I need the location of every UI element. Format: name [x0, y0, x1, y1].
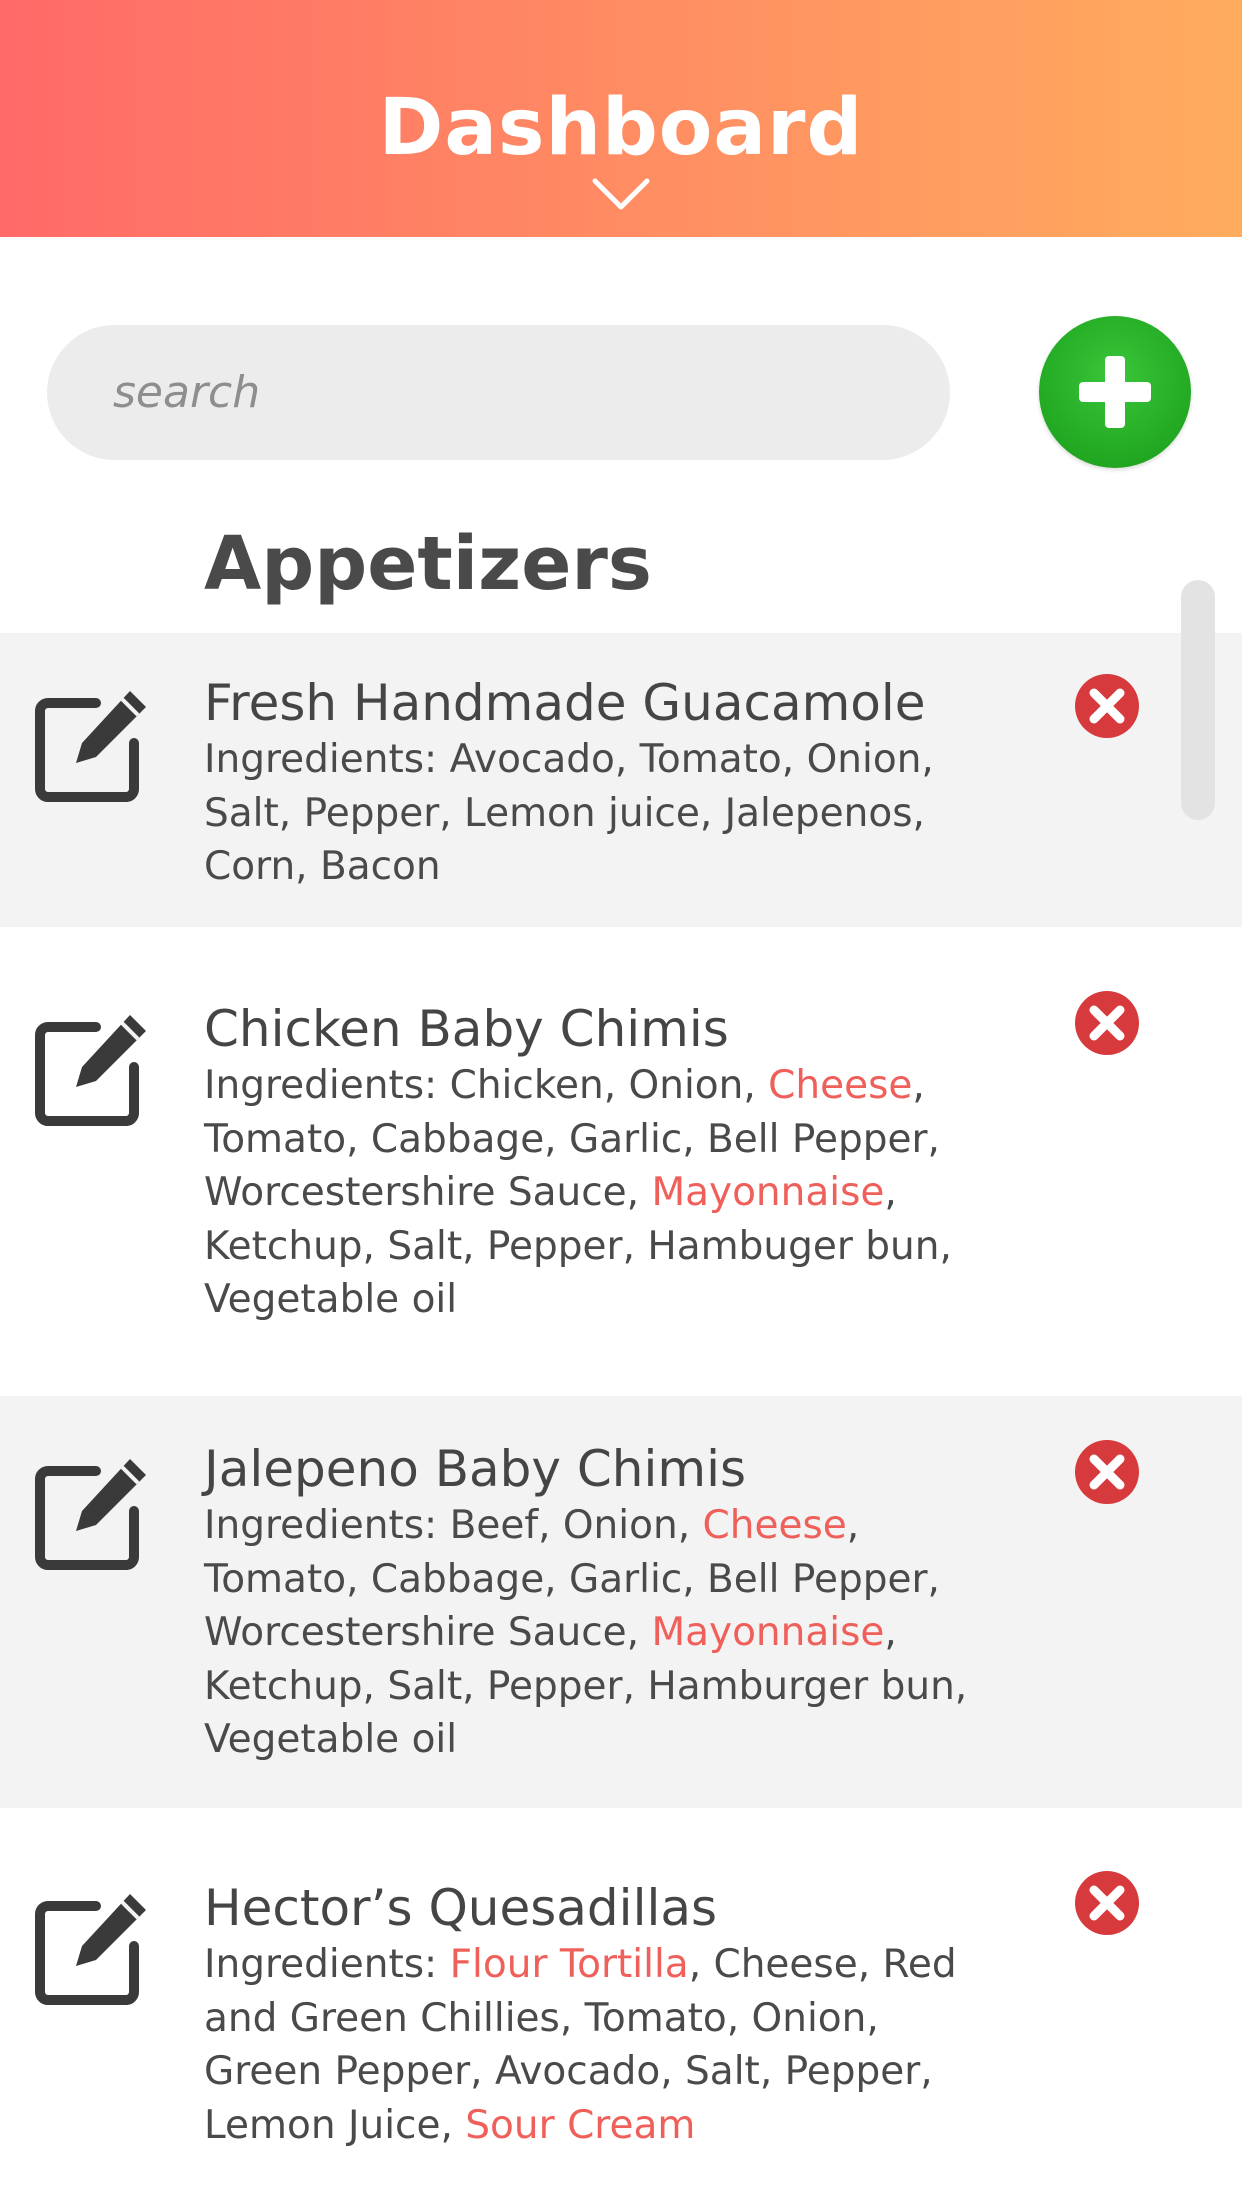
- ingredient-line: Worcestershire Sauce, Mayonnaise,: [204, 1606, 1084, 1660]
- ingredient-text: Salt, Pepper, Lemon juice, Jalepenos,: [204, 790, 925, 836]
- ingredient-line: Lemon Juice, Sour Cream: [204, 2099, 1084, 2153]
- highlighted-ingredient: Mayonnaise: [651, 1610, 885, 1655]
- ingredient-text: Ingredients: Avocado, Tomato, Onion,: [204, 737, 934, 782]
- delete-icon[interactable]: [1074, 1439, 1140, 1505]
- list-item[interactable]: Chicken Baby Chimis Ingredients: Chicken,…: [0, 927, 1242, 1396]
- ingredient-line: Tomato, Cabbage, Garlic, Bell Pepper,: [204, 1553, 1084, 1607]
- item-ingredients: Ingredients: Beef, Onion, Cheese, Tomato,…: [204, 1499, 1084, 1767]
- ingredient-text: Vegetable oil: [204, 1717, 458, 1762]
- highlighted-ingredient: Mayonnaise: [651, 1170, 885, 1215]
- delete-icon[interactable]: [1074, 673, 1140, 739]
- ingredient-line: Ingredients: Chicken, Onion, Cheese,: [204, 1059, 1084, 1113]
- ingredient-line: Ingredients: Beef, Onion, Cheese,: [204, 1499, 1084, 1553]
- ingredient-line: Vegetable oil: [204, 1713, 1084, 1767]
- list-item[interactable]: Fresh Handmade Guacamole Ingredients: Avo…: [0, 633, 1242, 927]
- item-ingredients: Ingredients: Avocado, Tomato, Onion, Salt…: [204, 733, 1084, 894]
- item-title: Jalepeno Baby Chimis: [204, 1440, 747, 1498]
- ingredient-line: Ingredients: Avocado, Tomato, Onion,: [204, 733, 1084, 787]
- ingredient-text: Ingredients: Chicken, Onion,: [204, 1063, 769, 1108]
- ingredient-line: Ketchup, Salt, Pepper, Hambuger bun,: [204, 1220, 1084, 1274]
- item-ingredients: Ingredients: Chicken, Onion, Cheese, Toma…: [204, 1059, 1084, 1327]
- ingredient-line: Ingredients: Flour Tortilla, Cheese, Red: [204, 1938, 1084, 1992]
- ingredient-line: Ketchup, Salt, Pepper, Hamburger bun,: [204, 1660, 1084, 1714]
- page-title[interactable]: Dashboard: [0, 78, 1242, 178]
- list-item[interactable]: Jalepeno Baby Chimis Ingredients: Beef, O…: [0, 1396, 1242, 1808]
- ingredient-line: and Green Chillies, Tomato, Onion,: [204, 1992, 1084, 2046]
- ingredient-text: Tomato, Cabbage, Garlic, Bell Pepper,: [204, 1556, 940, 1602]
- ingredient-text: Ingredients: Beef, Onion,: [204, 1503, 703, 1548]
- ingredient-line: Green Pepper, Avocado, Salt, Pepper,: [204, 2045, 1084, 2099]
- ingredient-text: ,: [846, 1503, 860, 1548]
- item-title: Chicken Baby Chimis: [204, 1000, 729, 1058]
- ingredient-text: Vegetable oil: [204, 1277, 458, 1322]
- item-title: Hector’s Quesadillas: [204, 1879, 718, 1937]
- list-item[interactable]: Hector’s Quesadillas Ingredients: Flour T…: [0, 1808, 1242, 2208]
- ingredient-text: Green Pepper, Avocado, Salt, Pepper,: [204, 2049, 933, 2094]
- ingredient-text: Worcestershire Sauce,: [204, 1610, 652, 1655]
- ingredient-text: and Green Chillies, Tomato, Onion,: [204, 1995, 879, 2041]
- highlighted-ingredient: Flour Tortilla: [449, 1942, 689, 1987]
- search-input[interactable]: [113, 325, 913, 460]
- ingredient-text: Lemon Juice,: [204, 2102, 466, 2148]
- highlighted-ingredient: Sour Cream: [465, 2102, 696, 2148]
- ingredient-text: ,: [884, 1610, 897, 1655]
- ingredient-text: ,: [912, 1063, 925, 1108]
- highlighted-ingredient: Cheese: [768, 1063, 913, 1108]
- ingredient-text: ,: [884, 1170, 897, 1215]
- chevron-down-icon[interactable]: [591, 176, 651, 212]
- item-ingredients: Ingredients: Flour Tortilla, Cheese, Red…: [204, 1938, 1084, 2152]
- ingredient-text: , Cheese, Red: [688, 1942, 957, 1987]
- add-item-button[interactable]: [1039, 316, 1191, 468]
- delete-icon[interactable]: [1074, 1870, 1140, 1936]
- highlighted-ingredient: Cheese: [702, 1503, 847, 1548]
- ingredient-text: Corn, Bacon: [204, 844, 441, 889]
- search-bar[interactable]: [47, 325, 950, 460]
- edit-icon[interactable]: [34, 1453, 152, 1571]
- header-bar: Dashboard: [0, 0, 1242, 237]
- section-title: Appetizers: [204, 521, 652, 607]
- ingredient-line: Tomato, Cabbage, Garlic, Bell Pepper,: [204, 1113, 1084, 1167]
- edit-icon[interactable]: [34, 1888, 152, 2006]
- delete-icon[interactable]: [1074, 990, 1140, 1056]
- item-title: Fresh Handmade Guacamole: [204, 674, 926, 732]
- edit-icon[interactable]: [34, 1009, 152, 1127]
- scrollbar[interactable]: [1181, 580, 1215, 820]
- ingredient-text: Worcestershire Sauce,: [204, 1170, 652, 1215]
- ingredient-line: Salt, Pepper, Lemon juice, Jalepenos,: [204, 787, 1084, 841]
- ingredient-text: Tomato, Cabbage, Garlic, Bell Pepper,: [204, 1116, 940, 1162]
- ingredient-text: Ingredients:: [204, 1942, 450, 1987]
- ingredient-line: Worcestershire Sauce, Mayonnaise,: [204, 1166, 1084, 1220]
- ingredient-line: Corn, Bacon: [204, 840, 1084, 894]
- ingredient-line: Vegetable oil: [204, 1273, 1084, 1327]
- ingredient-text: Ketchup, Salt, Pepper, Hambuger bun,: [204, 1223, 952, 1269]
- edit-icon[interactable]: [34, 685, 152, 803]
- ingredient-text: Ketchup, Salt, Pepper, Hamburger bun,: [204, 1663, 968, 1709]
